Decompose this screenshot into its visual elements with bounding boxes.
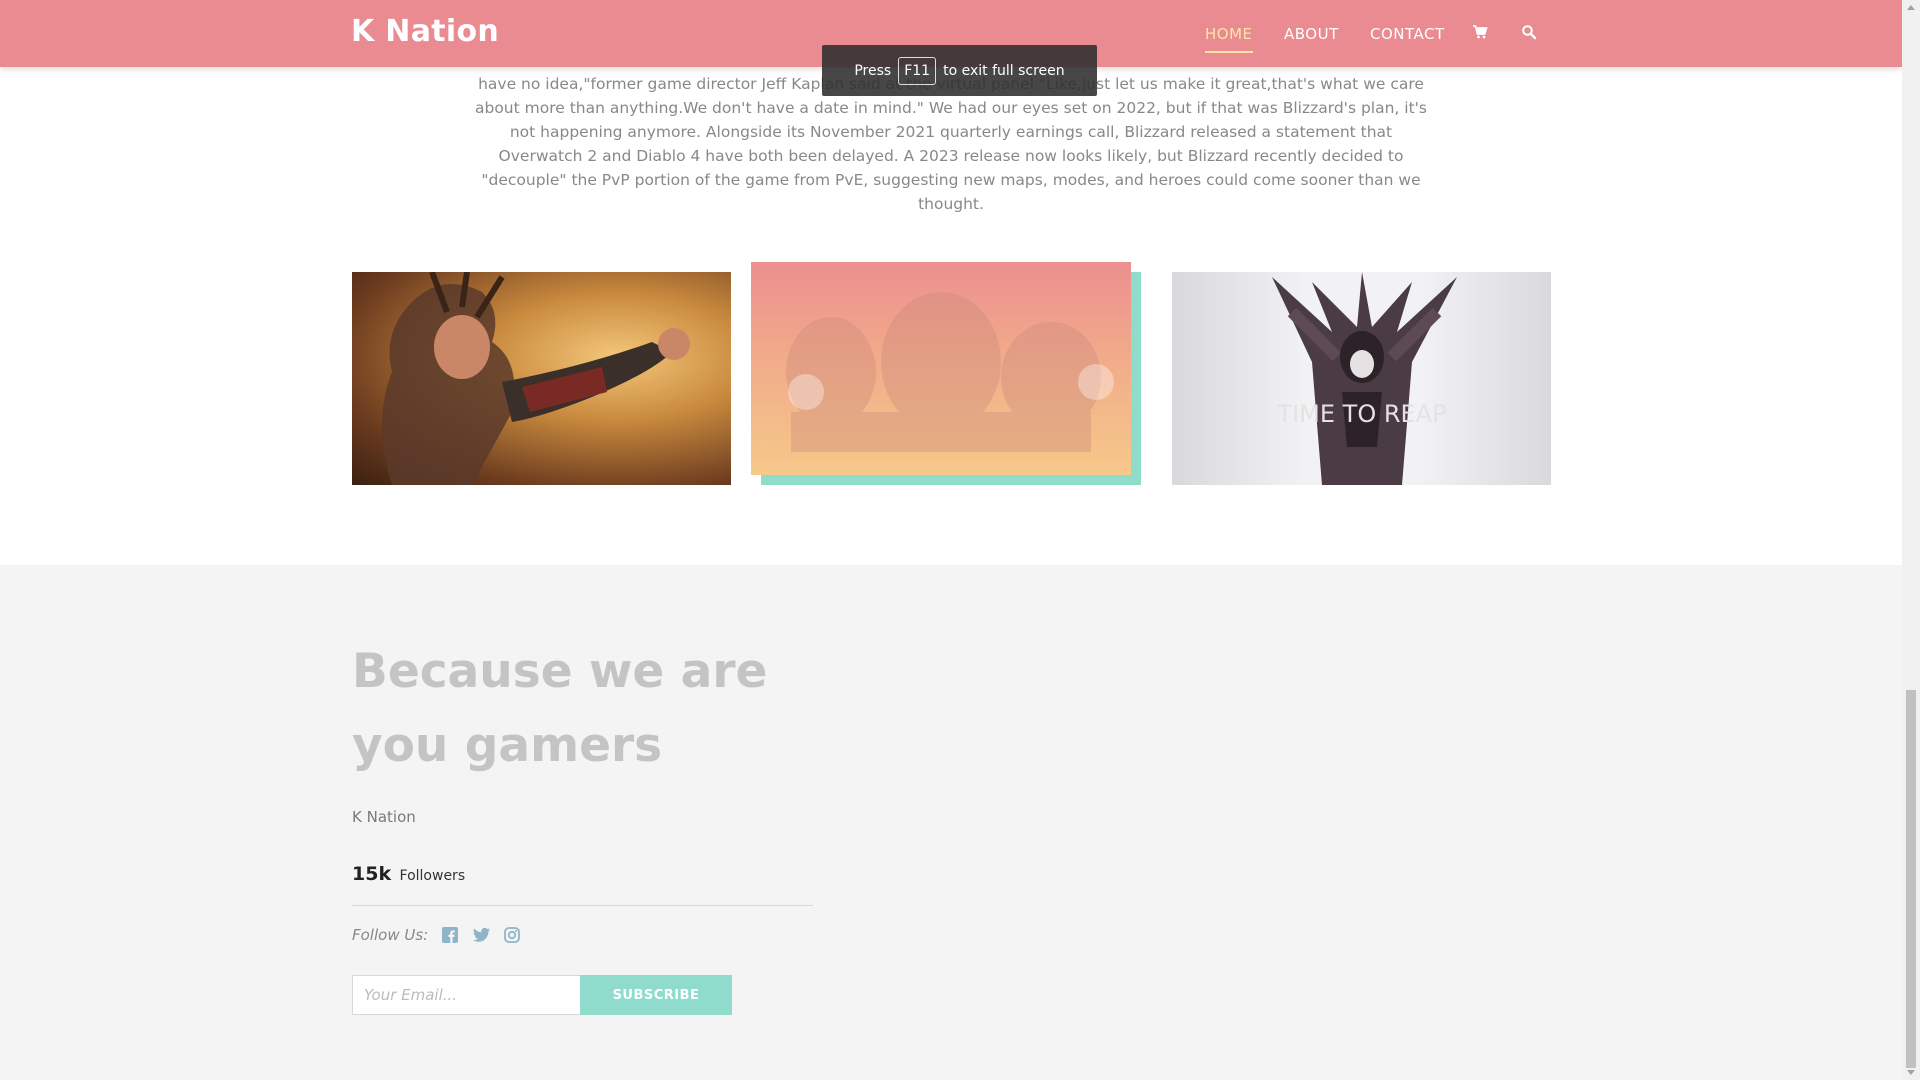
footer-brand: K Nation	[352, 808, 416, 826]
nav-about[interactable]: ABOUT	[1284, 25, 1339, 43]
followers-label: Followers	[399, 868, 466, 884]
gallery-image-junker-queen[interactable]	[352, 272, 731, 485]
nav-contact[interactable]: CONTACT	[1370, 25, 1445, 43]
page: K Nation HOME ABOUT CONTACT Press F11 to…	[0, 0, 1902, 1080]
gallery-image-heroes[interactable]	[751, 262, 1131, 475]
scroll-thumb[interactable]	[1906, 690, 1916, 1068]
toast-prefix: Press	[854, 62, 892, 79]
facebook-icon[interactable]	[442, 926, 459, 944]
cart-icon[interactable]	[1472, 24, 1492, 44]
scroll-up-arrow-icon[interactable]	[1907, 5, 1915, 10]
footer-divider	[352, 905, 813, 906]
twitter-icon[interactable]	[473, 927, 491, 944]
fullscreen-toast: Press F11 to exit full screen	[822, 45, 1097, 96]
search-icon[interactable]	[1521, 24, 1541, 44]
follow-us: Follow Us:	[352, 925, 535, 945]
email-input[interactable]	[352, 975, 581, 1015]
site-footer: Because we are you gamers K Nation 15k F…	[0, 565, 1902, 1080]
subscribe-button[interactable]: SUBSCRIBE	[580, 975, 732, 1015]
gallery-image-reaper[interactable]: TIME TO REAP	[1172, 272, 1551, 485]
toast-key: F11	[898, 56, 937, 85]
followers-count: 15k Followers	[352, 863, 465, 885]
follow-label: Follow Us:	[352, 926, 429, 944]
followers-number: 15k	[352, 863, 392, 885]
page-scrollbar[interactable]	[1902, 0, 1920, 1080]
footer-tagline: Because we are you gamers	[352, 644, 768, 773]
scroll-down-arrow-icon[interactable]	[1907, 1070, 1915, 1075]
toast-suffix: to exit full screen	[943, 62, 1065, 79]
nav-home[interactable]: HOME	[1205, 25, 1253, 53]
instagram-icon[interactable]	[504, 926, 521, 944]
image3-caption: TIME TO REAP	[1276, 400, 1446, 428]
